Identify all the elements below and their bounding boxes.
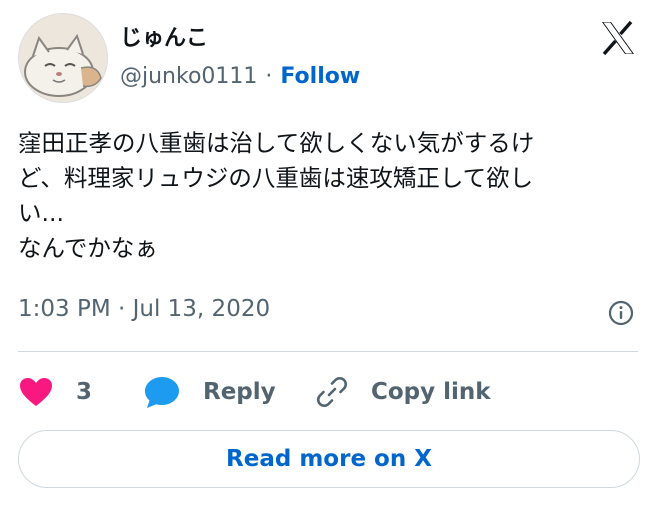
tweet-timestamp[interactable]: 1:03 PM · Jul 13, 2020 <box>18 296 270 322</box>
divider <box>18 351 638 352</box>
x-logo-icon[interactable] <box>598 18 638 58</box>
read-more-label: Read more on X <box>226 446 432 472</box>
copy-link-button[interactable]: Copy link <box>315 372 491 412</box>
author-display-name[interactable]: じゅんこ <box>120 20 208 52</box>
author-handle[interactable]: @junko0111 <box>120 64 257 89</box>
like-count: 3 <box>76 379 93 405</box>
separator-dot: · <box>265 64 273 89</box>
heart-icon <box>20 378 52 406</box>
tweet-line: ど、料理家リュウジの八重歯は速攻矯正して欲し <box>18 164 534 192</box>
tweet-embed-card: じゅんこ @junko0111 · Follow 窪田正孝の八重歯は治して欲しくない… <box>0 0 648 506</box>
author-handle-row: @junko0111 · Follow <box>120 64 360 89</box>
tweet-text: 窪田正孝の八重歯は治して欲しくない気がするけ ど、料理家リュウジの八重歯は速攻矯… <box>18 126 638 266</box>
tweet-line: 窪田正孝の八重歯は治して欲しくない気がするけ <box>18 129 535 157</box>
info-icon[interactable] <box>607 299 635 327</box>
reply-label: Reply <box>203 379 276 405</box>
avatar-cat-illustration <box>19 14 107 102</box>
tweet-line: なんでかなぁ <box>18 234 158 262</box>
read-more-button[interactable]: Read more on X <box>18 430 640 488</box>
reply-button[interactable]: Reply <box>143 372 276 412</box>
follow-link[interactable]: Follow <box>280 64 360 89</box>
tweet-line: い... <box>18 199 64 227</box>
like-button[interactable]: 3 <box>18 372 92 412</box>
link-icon <box>317 377 347 407</box>
reply-bubble-icon <box>145 377 179 408</box>
avatar[interactable] <box>18 13 108 103</box>
copy-link-label: Copy link <box>371 379 491 405</box>
